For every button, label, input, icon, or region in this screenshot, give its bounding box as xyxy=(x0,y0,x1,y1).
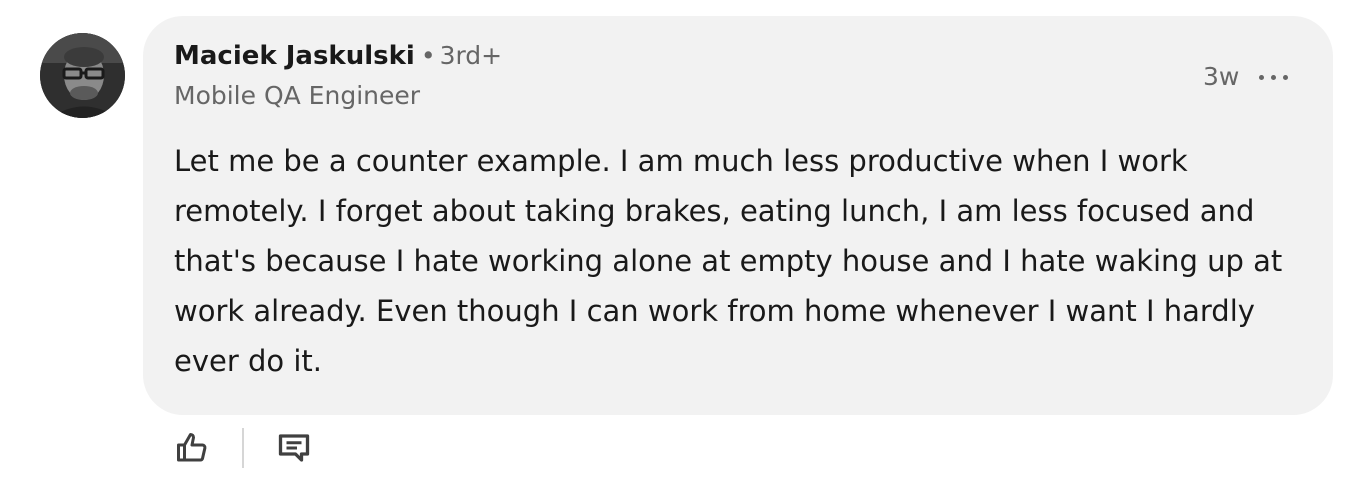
author-headline: Mobile QA Engineer xyxy=(174,81,421,110)
comment-actions xyxy=(172,425,314,471)
comment-body: Let me be a counter example. I am much l… xyxy=(174,144,1283,378)
more-options-button[interactable] xyxy=(1252,59,1294,95)
ellipsis-icon xyxy=(1282,74,1288,80)
connection-degree: 3rd+ xyxy=(439,41,503,70)
ellipsis-icon xyxy=(1270,74,1276,80)
comment-timestamp: 3w xyxy=(1203,62,1240,91)
degree-separator: • xyxy=(420,41,436,70)
author-avatar[interactable] xyxy=(40,33,125,118)
actions-divider xyxy=(242,428,244,468)
avatar-photo xyxy=(40,33,125,118)
comment-bubble: Maciek Jaskulski • 3rd+ Mobile QA Engineer… xyxy=(143,16,1333,415)
reply-button[interactable] xyxy=(274,428,314,468)
ellipsis-icon xyxy=(1258,74,1264,80)
thumbs-up-icon xyxy=(177,433,207,462)
comment-icon xyxy=(278,434,310,462)
like-button[interactable] xyxy=(172,428,212,468)
author-line: Maciek Jaskulski • 3rd+ xyxy=(174,38,502,74)
author-name[interactable]: Maciek Jaskulski xyxy=(174,41,415,71)
